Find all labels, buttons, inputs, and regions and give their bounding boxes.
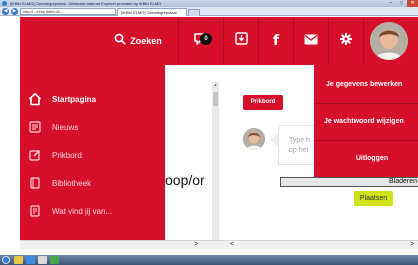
settings-button[interactable]: [329, 17, 363, 65]
close-window-button[interactable]: ✕: [407, 0, 418, 7]
scroll-thumb[interactable]: [213, 92, 218, 106]
facebook-button[interactable]: f: [259, 17, 293, 65]
prikbord-button[interactable]: Prikbord: [243, 95, 283, 110]
address-input[interactable]: http://...elmo.ikbm.nl/...: [20, 8, 116, 15]
book-icon: [28, 176, 42, 190]
avatar: [370, 22, 408, 60]
download-icon: [234, 32, 248, 50]
new-tab-button[interactable]: [188, 9, 200, 16]
os-taskbar: [0, 255, 418, 265]
scroll-left-arrow[interactable]: <: [230, 241, 234, 249]
page-left-margin: [0, 17, 20, 255]
avatar: [243, 128, 265, 150]
search-icon: [114, 32, 126, 50]
sidebar-item-label: Startpagina: [52, 94, 97, 104]
file-browse-button[interactable]: Bladeren: [280, 177, 418, 187]
app-icon[interactable]: [50, 256, 59, 264]
sidebar-item-prikbord[interactable]: Prikbord: [20, 141, 165, 169]
mail-button[interactable]: [294, 17, 328, 65]
search-label: Zoeken: [130, 36, 162, 46]
back-button[interactable]: ◀: [2, 8, 9, 15]
forward-button[interactable]: ▶: [11, 8, 18, 15]
news-icon: [28, 120, 42, 134]
scroll-up-arrow[interactable]: ▲: [212, 82, 219, 88]
post-avatar: [243, 128, 265, 150]
sidebar-item-wat-vind-jij-van[interactable]: Wat vind jij van...: [20, 197, 165, 225]
gear-icon: [340, 32, 352, 50]
menu-item-edit-profile[interactable]: Je gegevens bewerken: [314, 67, 418, 103]
internet-explorer-icon: [2, 1, 7, 6]
sidebar-item-label: Bibliotheek: [52, 178, 92, 188]
window-titlebar: [IKBM ELMO] Ckemiegrepstaal - Windows In…: [0, 0, 418, 7]
user-dropdown-menu: Je gegevens bewerken Je wachtwoord wijzi…: [314, 65, 418, 177]
sidebar-item-nieuws[interactable]: Nieuws: [20, 113, 165, 141]
download-button[interactable]: [224, 17, 258, 65]
maximize-button[interactable]: □: [396, 0, 407, 7]
search-button[interactable]: Zoeken: [98, 17, 178, 65]
home-icon: [28, 92, 42, 106]
header-divider: [363, 17, 364, 65]
app-screen: [IKBM ELMO] Ckemiegrepstaal - Windows In…: [0, 0, 418, 265]
app-icon[interactable]: [38, 256, 47, 264]
scroll-right-arrow[interactable]: >: [194, 241, 198, 249]
app-header: Zoeken 0 f: [20, 17, 418, 65]
user-avatar-button[interactable]: [370, 22, 408, 60]
feedback-icon: [28, 204, 42, 218]
internet-explorer-icon[interactable]: [26, 256, 35, 264]
folder-icon[interactable]: [14, 256, 23, 264]
window-title: [IKBM ELMO] Ckemiegrepstaal - Windows In…: [10, 1, 162, 6]
facebook-icon: f: [272, 33, 280, 49]
sidebar-item-bibliotheek[interactable]: Bibliotheek: [20, 169, 165, 197]
minimize-button[interactable]: –: [385, 0, 396, 7]
mail-icon: [304, 32, 318, 50]
scroll-right-arrow[interactable]: >: [410, 241, 414, 249]
browser-toolbar: ◀ ▶ http://...elmo.ikbm.nl/... [IKBM ELM…: [0, 7, 418, 16]
start-button[interactable]: [2, 256, 10, 264]
page-heading-fragment: oop/or: [165, 172, 205, 188]
horizontal-scrollbar[interactable]: > < >: [20, 240, 418, 249]
content-scrollbar[interactable]: ▲: [212, 82, 219, 240]
chat-count-badge: 0: [200, 33, 212, 45]
sidebar-item-label: Wat vind jij van...: [52, 206, 113, 216]
submit-post-button[interactable]: Plaatsen: [354, 191, 393, 206]
sidebar-item-startpagina[interactable]: Startpagina: [20, 85, 165, 113]
menu-item-logout[interactable]: Uitloggen: [314, 141, 418, 177]
sidebar-item-label: Prikbord: [52, 150, 82, 160]
sidebar-item-label: Nieuws: [52, 122, 79, 132]
browser-tab-active[interactable]: [IKBM ELMO] Ckemiegrepstaal: [117, 8, 187, 16]
post-pointer: [270, 134, 278, 146]
menu-item-change-password[interactable]: Je wachtwoord wijzigen: [314, 104, 418, 140]
edit-icon: [28, 148, 42, 162]
sidebar: Startpagina Nieuws Prikbord Bibliotheek …: [20, 65, 165, 245]
